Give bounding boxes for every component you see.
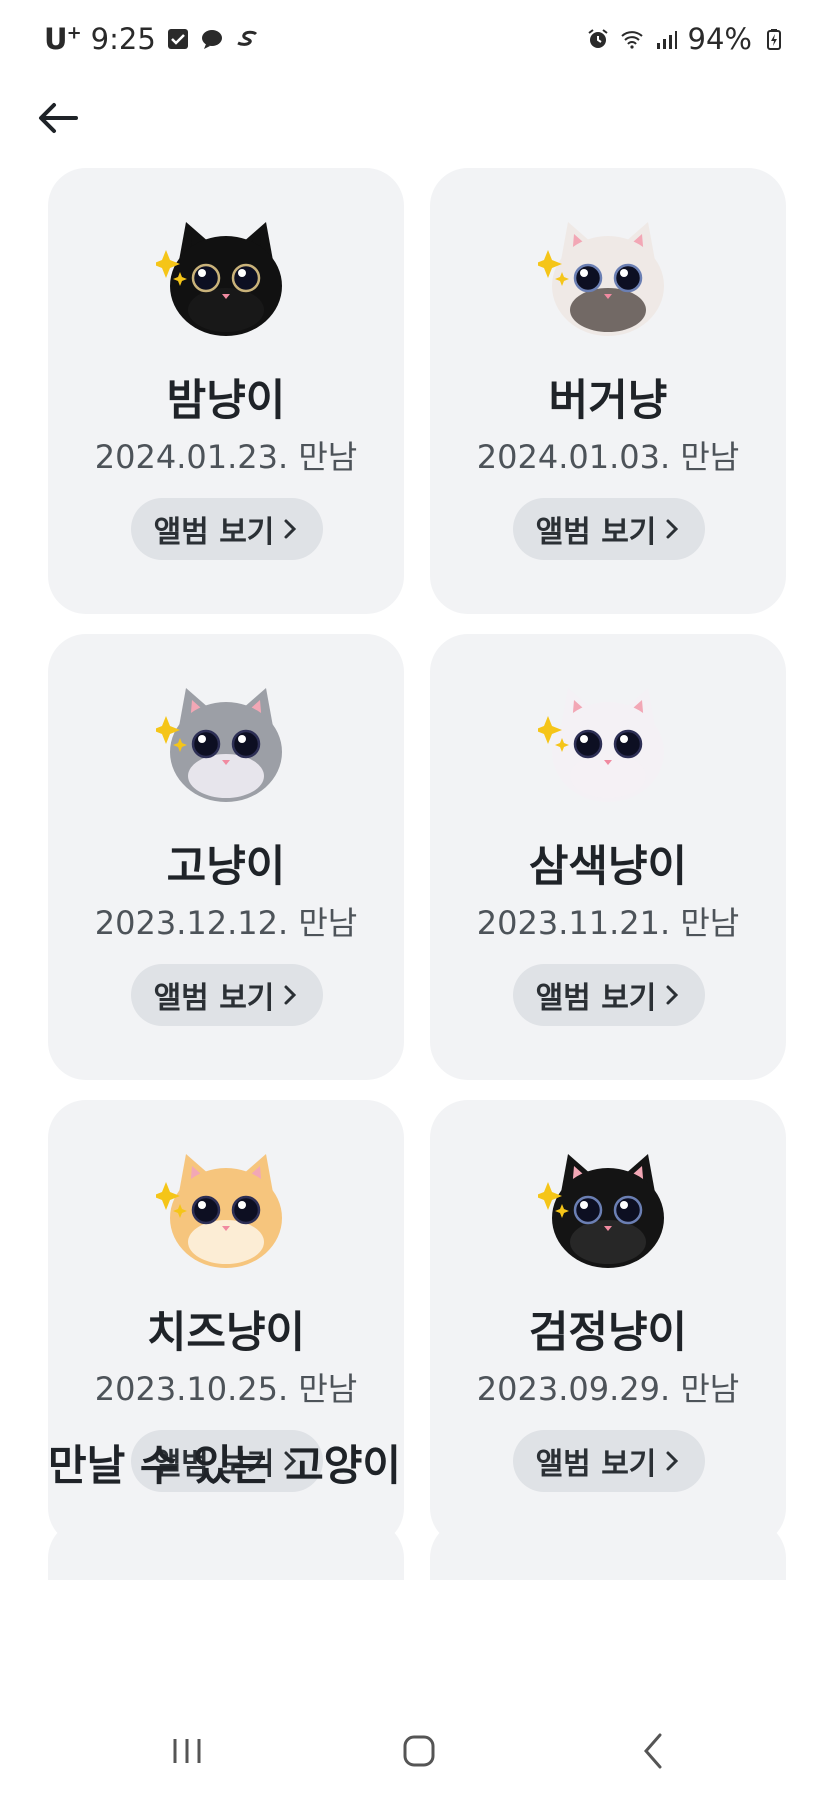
home-icon[interactable] — [389, 1721, 449, 1781]
cat-avatar-icon — [538, 1154, 664, 1268]
cat-card[interactable]: 고냥이 2023.12.12. 만남 앨범 보기 — [48, 634, 404, 1080]
met-date: 2023.11.21. 만남 — [476, 904, 740, 942]
cat-card[interactable]: 삼색냥이 2023.11.21. 만남 앨범 보기 — [430, 634, 786, 1080]
next-card-peek-left — [48, 1520, 404, 1580]
status-right: 94% — [586, 22, 786, 56]
alarm-icon — [587, 29, 608, 48]
available-cats-title: 만날 수 있는 고양이 — [48, 1441, 401, 1490]
met-date: 2023.10.25. 만남 — [94, 1370, 358, 1408]
cat-card[interactable]: 검정냥이 2023.09.29. 만남 앨범 보기 — [430, 1100, 786, 1546]
view-album-label: 앨범 보기 — [535, 981, 657, 1016]
cat-name: 밤냥이 — [166, 376, 286, 426]
cat-name: 치즈냥이 — [146, 1308, 306, 1358]
cat-avatar-icon — [538, 688, 664, 802]
chevron-right-icon — [666, 519, 679, 539]
met-date: 2024.01.03. 만남 — [476, 438, 740, 476]
met-date: 2023.09.29. 만남 — [476, 1370, 740, 1408]
checkbox-notification-icon — [167, 29, 188, 49]
back-nav-icon[interactable] — [624, 1721, 684, 1781]
cat-avatar-icon — [538, 222, 664, 336]
chevron-right-icon — [284, 519, 297, 539]
view-album-button[interactable]: 앨범 보기 — [513, 1430, 705, 1492]
view-album-button[interactable]: 앨범 보기 — [513, 498, 705, 560]
cat-avatar-icon — [156, 1154, 282, 1268]
battery-percent: 94% — [687, 22, 752, 56]
back-arrow-icon[interactable] — [34, 94, 82, 142]
cat-card[interactable]: 밤냥이 2024.01.23. 만남 앨범 보기 — [48, 168, 404, 614]
status-bar: U+ 9:25 94% — [0, 0, 830, 80]
cat-name: 버거냥 — [548, 376, 668, 426]
cat-avatar-icon — [156, 222, 282, 336]
view-album-label: 앨범 보기 — [153, 981, 275, 1016]
app-s-icon — [237, 30, 257, 46]
wifi-icon — [620, 31, 643, 49]
chevron-right-icon — [666, 1451, 679, 1471]
chevron-right-icon — [284, 985, 297, 1005]
recent-apps-icon[interactable] — [157, 1721, 217, 1781]
system-nav-bar — [0, 1703, 830, 1798]
view-album-label: 앨범 보기 — [535, 1447, 657, 1482]
battery-icon — [767, 29, 781, 50]
met-date: 2023.12.12. 만남 — [94, 904, 358, 942]
cat-card[interactable]: 버거냥 2024.01.03. 만남 앨범 보기 — [430, 168, 786, 614]
view-album-label: 앨범 보기 — [535, 515, 657, 550]
clock: 9:25 — [90, 22, 156, 56]
carrier-label: U+ — [44, 22, 82, 56]
signal-icon — [656, 31, 677, 49]
cat-avatar-icon — [156, 688, 282, 802]
view-album-label: 앨범 보기 — [153, 515, 275, 550]
status-left: U+ 9:25 — [44, 22, 258, 56]
met-date: 2024.01.23. 만남 — [94, 438, 358, 476]
view-album-button[interactable]: 앨범 보기 — [131, 498, 323, 560]
view-album-button[interactable]: 앨범 보기 — [513, 964, 705, 1026]
cat-name: 고냥이 — [166, 842, 286, 892]
cat-name: 삼색냥이 — [528, 842, 688, 892]
cat-name: 검정냥이 — [528, 1308, 688, 1358]
next-card-peek-right — [430, 1520, 786, 1580]
view-album-button[interactable]: 앨범 보기 — [131, 964, 323, 1026]
chevron-right-icon — [666, 985, 679, 1005]
chat-bubble-icon — [201, 30, 222, 49]
